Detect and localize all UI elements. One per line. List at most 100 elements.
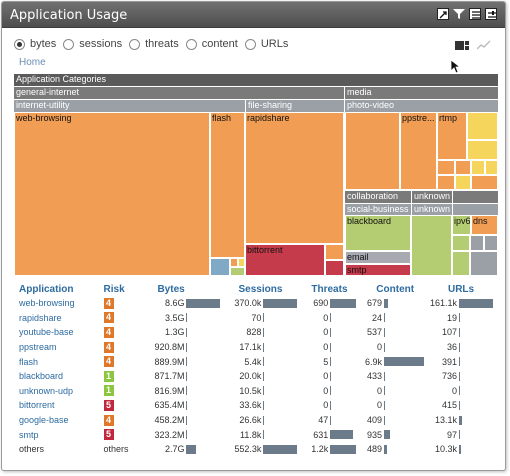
treemap-cell-small-3[interactable] bbox=[238, 258, 245, 267]
urls-wrap: 415 bbox=[430, 400, 495, 410]
category-general-internet[interactable]: general-internet bbox=[14, 87, 344, 99]
option-urls[interactable]: URLs bbox=[244, 38, 288, 50]
content-value: 6.9k bbox=[364, 356, 382, 367]
table-row[interactable]: google-base 4 458.2M 26.6k 47 409 13.1k bbox=[17, 413, 497, 428]
app-name-link[interactable]: rapidshare bbox=[19, 313, 62, 323]
treemap-cell-bittorrent[interactable]: bittorrent bbox=[245, 244, 325, 276]
app-name-link[interactable]: blackboard bbox=[19, 371, 63, 381]
category-media[interactable]: media bbox=[345, 87, 498, 99]
treemap-cell-dns[interactable]: dns bbox=[471, 215, 498, 235]
option-threats[interactable]: threats bbox=[129, 38, 179, 50]
subcategory-collaboration[interactable]: collaboration bbox=[345, 191, 411, 203]
treemap-cell-web-browsing[interactable]: web-browsing bbox=[14, 112, 210, 276]
treemap-cell-small-18[interactable] bbox=[470, 251, 498, 276]
col-bytes[interactable]: Bytes bbox=[145, 282, 224, 296]
table-row[interactable]: web-browsing 4 8.6G 370.0k 690 679 161.1k bbox=[17, 296, 497, 311]
treemap-cell-unknown-udp[interactable] bbox=[411, 215, 452, 276]
table-row[interactable]: ppstream 4 920.8M 17.1k 0 0 36 bbox=[17, 340, 497, 355]
treemap-cell-small-10[interactable] bbox=[485, 160, 498, 175]
sessions-wrap: 552.3k bbox=[226, 444, 299, 454]
treemap-cell-small-9[interactable] bbox=[471, 160, 485, 175]
treemap-cell-rapidshare[interactable]: rapidshare bbox=[245, 112, 344, 244]
treemap-cell-small-13[interactable] bbox=[471, 175, 498, 190]
table-row[interactable]: youtube-base 4 1.3G 828 0 537 107 bbox=[17, 325, 497, 340]
treemap-root-header[interactable]: Application Categories bbox=[14, 74, 498, 86]
treemap-cell-blackboard[interactable]: blackboard bbox=[345, 215, 411, 251]
option-bytes[interactable]: bytes bbox=[14, 38, 56, 50]
treemap-view-icon[interactable] bbox=[455, 40, 469, 50]
treemap-cell-small-6[interactable] bbox=[325, 260, 344, 276]
table-row[interactable]: others others 2.7G 552.3k 1.2k 489 10.3k bbox=[17, 442, 497, 457]
col-content[interactable]: Content bbox=[360, 282, 428, 296]
cell-label-web-browsing: web-browsing bbox=[16, 113, 72, 123]
urls-value: 391 bbox=[441, 356, 457, 367]
app-name-link[interactable]: ppstream bbox=[19, 342, 57, 352]
sessions-value: 20.0k bbox=[239, 371, 262, 382]
treemap-cell-flash[interactable]: flash bbox=[210, 112, 245, 258]
option-sessions[interactable]: sessions bbox=[63, 38, 122, 50]
treemap-cell-small-11[interactable] bbox=[437, 175, 455, 190]
option-content[interactable]: content bbox=[185, 38, 238, 50]
filter-icon[interactable] bbox=[453, 8, 465, 20]
treemap-cell-photo-video-main[interactable] bbox=[345, 112, 400, 190]
app-name-link[interactable]: bittorrent bbox=[19, 400, 55, 410]
app-name-link[interactable]: smtp bbox=[19, 430, 39, 440]
table-row[interactable]: flash 4 889.9M 5.4k 5 6.9k 391 bbox=[17, 354, 497, 369]
radio-urls[interactable] bbox=[244, 38, 256, 50]
treemap-cell-rtmp[interactable]: rtmp bbox=[437, 112, 467, 160]
app-name-link[interactable]: youtube-base bbox=[19, 327, 74, 337]
threats-wrap: 0 bbox=[303, 386, 358, 396]
treemap-cell-small-4[interactable] bbox=[230, 267, 245, 276]
treemap-cell-small-16[interactable] bbox=[484, 235, 498, 251]
settings-icon[interactable] bbox=[485, 8, 497, 20]
table-row[interactable]: unknown-udp 1 816.9M 10.5k 0 0 0 bbox=[17, 384, 497, 399]
col-risk[interactable]: Risk bbox=[102, 282, 146, 296]
app-name-link[interactable]: web-browsing bbox=[19, 298, 75, 308]
treemap-cell-small-2[interactable] bbox=[230, 258, 238, 267]
subcategory-internet-utility[interactable]: internet-utility bbox=[14, 100, 245, 112]
table-row[interactable]: bittorrent 5 635.4M 33.6k 0 0 415 bbox=[17, 398, 497, 413]
bytes-bar bbox=[186, 400, 188, 410]
col-threats[interactable]: Threats bbox=[301, 282, 360, 296]
treemap-cell-small-7[interactable] bbox=[437, 160, 455, 175]
app-name-link[interactable]: unknown-udp bbox=[19, 386, 73, 396]
subcategory-social-business[interactable]: social-business bbox=[345, 204, 411, 215]
table-row[interactable]: blackboard 1 871.7M 20.0k 0 433 736 bbox=[17, 369, 497, 384]
treemap-cell-yellow-1[interactable] bbox=[467, 112, 498, 140]
content-cell: 24 bbox=[360, 311, 428, 326]
content-wrap: 935 bbox=[362, 430, 426, 440]
col-application[interactable]: Application bbox=[17, 282, 102, 296]
radio-threats[interactable] bbox=[129, 38, 141, 50]
treemap-cell-ipv6[interactable]: ipv6 bbox=[452, 215, 471, 235]
treemap-cell-yellow-2[interactable] bbox=[467, 140, 498, 160]
treemap-cell-small-12[interactable] bbox=[455, 175, 471, 190]
col-sessions[interactable]: Sessions bbox=[224, 282, 301, 296]
table-row[interactable]: smtp 5 323.2M 11.8k 631 935 97 bbox=[17, 427, 497, 442]
treemap-cell-small-15[interactable] bbox=[470, 235, 484, 251]
treemap-cell-small-1[interactable] bbox=[210, 258, 230, 276]
list-icon[interactable] bbox=[469, 8, 481, 20]
radio-bytes[interactable] bbox=[14, 38, 25, 50]
export-icon[interactable] bbox=[437, 8, 449, 20]
treemap-cell-small-17[interactable] bbox=[452, 251, 470, 276]
table-row[interactable]: rapidshare 4 3.5G 70 0 24 19 bbox=[17, 311, 497, 326]
home-breadcrumb[interactable]: Home bbox=[19, 57, 46, 68]
subcategory-unknown-2[interactable]: unknown bbox=[412, 204, 452, 215]
treemap-cell-small-8[interactable] bbox=[455, 160, 471, 175]
treemap-cell-small-5[interactable] bbox=[325, 244, 344, 260]
app-name-link[interactable]: flash bbox=[19, 357, 38, 367]
col-urls[interactable]: URLs bbox=[428, 282, 497, 296]
line-chart-view-icon[interactable] bbox=[476, 40, 491, 50]
treemap-cell-email[interactable]: email bbox=[345, 251, 411, 264]
subcategory-other[interactable] bbox=[453, 204, 498, 215]
app-name-link[interactable]: google-base bbox=[19, 415, 69, 425]
subcategory-photo-video[interactable]: photo-video bbox=[345, 100, 498, 112]
category-other[interactable] bbox=[453, 191, 498, 203]
treemap-cell-small-14[interactable] bbox=[452, 235, 470, 251]
treemap-cell-ppstream[interactable]: ppstre... bbox=[400, 112, 437, 190]
subcategory-unknown[interactable]: unknown bbox=[412, 191, 452, 203]
radio-sessions[interactable] bbox=[63, 38, 75, 50]
radio-content[interactable] bbox=[185, 38, 197, 50]
subcategory-file-sharing[interactable]: file-sharing bbox=[246, 100, 344, 112]
treemap-cell-smtp[interactable]: smtp bbox=[345, 264, 411, 276]
